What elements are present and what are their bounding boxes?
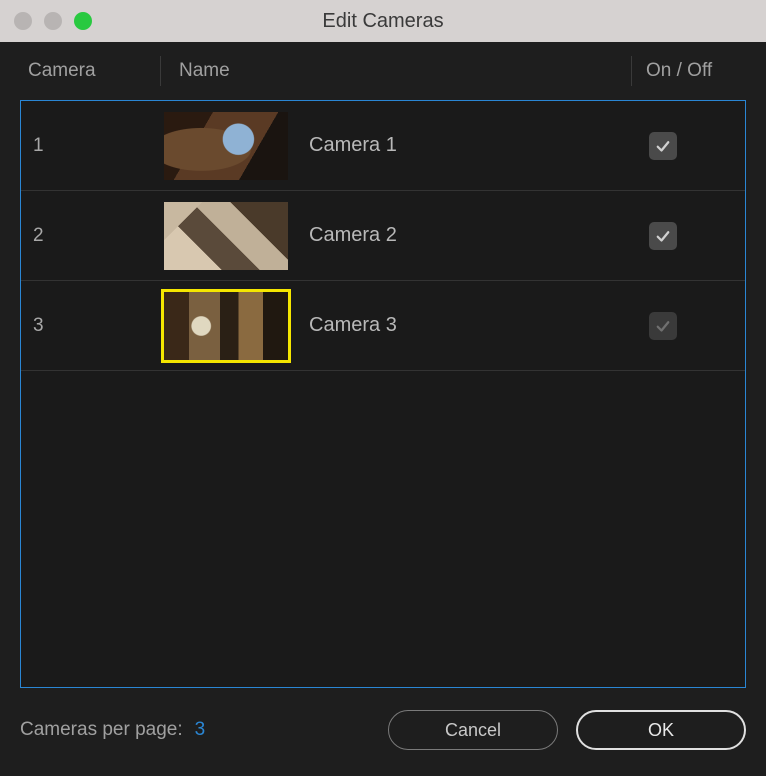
window-title: Edit Cameras xyxy=(322,10,443,33)
table-row[interactable]: 3 Camera 3 xyxy=(21,281,745,371)
check-icon xyxy=(654,137,672,155)
camera-list: 1 Camera 1 2 Camera 2 3 Camera 3 xyxy=(20,100,746,688)
column-divider xyxy=(631,56,632,86)
camera-index: 1 xyxy=(21,135,161,157)
titlebar: Edit Cameras xyxy=(0,0,766,42)
minimize-window-button[interactable] xyxy=(44,12,62,30)
camera-index: 2 xyxy=(21,225,161,247)
dialog-footer: Cameras per page: 3 Cancel OK xyxy=(20,688,746,756)
ok-button[interactable]: OK xyxy=(576,710,746,750)
camera-name[interactable]: Camera 1 xyxy=(309,134,645,157)
check-icon xyxy=(654,317,672,335)
camera-on-off-checkbox[interactable] xyxy=(649,132,677,160)
column-header-name[interactable]: Name xyxy=(175,60,631,82)
traffic-lights xyxy=(0,12,92,30)
check-icon xyxy=(654,227,672,245)
camera-on-off-checkbox xyxy=(649,312,677,340)
table-header: Camera Name On / Off xyxy=(20,42,746,100)
camera-thumbnail[interactable] xyxy=(161,290,291,362)
camera-thumbnail[interactable] xyxy=(161,200,291,272)
column-header-onoff[interactable]: On / Off xyxy=(646,60,746,82)
camera-name[interactable]: Camera 3 xyxy=(309,314,645,337)
column-divider xyxy=(160,56,161,86)
camera-index: 3 xyxy=(21,315,161,337)
cameras-per-page-value[interactable]: 3 xyxy=(195,719,206,741)
camera-thumbnail[interactable] xyxy=(161,110,291,182)
dialog-content: Camera Name On / Off 1 Camera 1 2 Camera 2 3… xyxy=(0,42,766,776)
table-row[interactable]: 1 Camera 1 xyxy=(21,101,745,191)
table-row[interactable]: 2 Camera 2 xyxy=(21,191,745,281)
camera-on-off-checkbox[interactable] xyxy=(649,222,677,250)
close-window-button[interactable] xyxy=(14,12,32,30)
maximize-window-button[interactable] xyxy=(74,12,92,30)
camera-name[interactable]: Camera 2 xyxy=(309,224,645,247)
cameras-per-page-label: Cameras per page: xyxy=(20,719,183,741)
column-header-camera[interactable]: Camera xyxy=(20,60,160,82)
cancel-button[interactable]: Cancel xyxy=(388,710,558,750)
